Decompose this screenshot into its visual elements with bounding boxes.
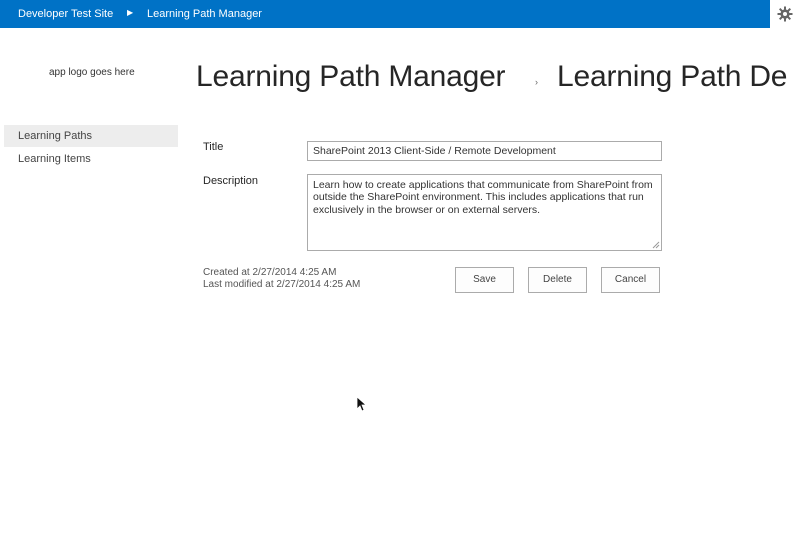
- gear-icon: [777, 6, 793, 22]
- breadcrumb-separator: ▶: [127, 8, 134, 17]
- title-input[interactable]: [307, 141, 662, 161]
- app-logo: app logo goes here: [49, 67, 135, 78]
- resize-grip-icon[interactable]: [652, 241, 660, 249]
- suite-bar: Developer Test Site ▶ Learning Path Mana…: [0, 0, 770, 28]
- title-separator: ›: [535, 77, 538, 87]
- nav-item-learning-items[interactable]: Learning Items: [4, 148, 178, 170]
- delete-button[interactable]: Delete: [528, 267, 587, 293]
- page-subtitle: Learning Path De: [557, 60, 788, 93]
- save-button[interactable]: Save: [455, 267, 514, 293]
- description-label: Description: [203, 175, 259, 187]
- mouse-cursor-icon: [356, 396, 366, 412]
- app-link[interactable]: Learning Path Manager: [147, 8, 262, 20]
- cancel-button[interactable]: Cancel: [601, 267, 660, 293]
- settings-button[interactable]: [770, 0, 800, 28]
- description-textarea[interactable]: Learn how to create applications that co…: [307, 174, 662, 251]
- page-title: Learning Path Manager: [196, 60, 506, 93]
- site-link[interactable]: Developer Test Site: [18, 8, 113, 20]
- title-label: Title: [203, 141, 224, 153]
- modified-timestamp: Last modified at 2/27/2014 4:25 AM: [203, 279, 361, 290]
- nav-item-learning-paths[interactable]: Learning Paths: [4, 125, 178, 147]
- created-timestamp: Created at 2/27/2014 4:25 AM: [203, 267, 337, 278]
